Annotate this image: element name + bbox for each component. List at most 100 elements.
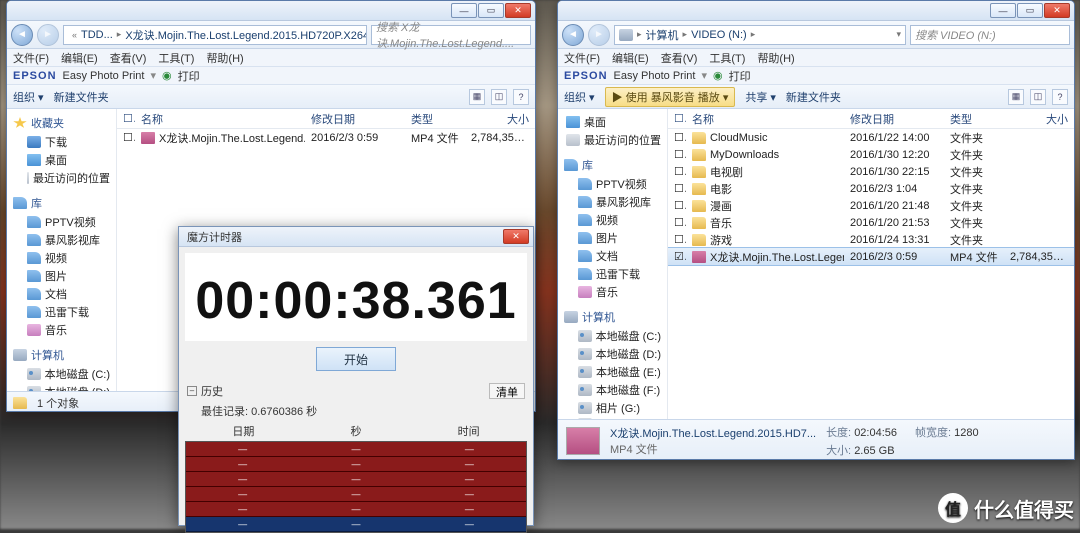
new-folder-button[interactable]: 新建文件夹 bbox=[786, 89, 841, 105]
address-bar[interactable]: « TDD... ▸ X龙诀.Mojin.The.Lost.Legend.201… bbox=[63, 25, 367, 45]
nav-desktop[interactable]: 桌面 bbox=[9, 151, 114, 169]
menu-tools[interactable]: 工具(T) bbox=[709, 50, 745, 66]
menu-edit[interactable]: 编辑(E) bbox=[61, 50, 98, 66]
menu-help[interactable]: 帮助(H) bbox=[757, 50, 794, 66]
nav-recent[interactable]: 最近访问的位置 bbox=[9, 169, 114, 187]
nav-drive[interactable]: 本地磁盘 (D:) bbox=[9, 383, 114, 391]
nav-lib[interactable]: PPTV视频 bbox=[9, 213, 114, 231]
epson-app[interactable]: Easy Photo Print bbox=[614, 70, 696, 82]
minimize-button[interactable]: — bbox=[990, 3, 1016, 18]
view-button[interactable]: ▦ bbox=[1008, 89, 1024, 105]
table-row[interactable]: ☐音乐2016/1/20 21:53文件夹 bbox=[668, 214, 1074, 231]
nav-drive[interactable]: 本地磁盘 (E:) bbox=[560, 363, 665, 381]
breadcrumb-seg[interactable]: TDD... bbox=[81, 29, 113, 41]
nav-drive[interactable]: 本地磁盘 (D:) bbox=[560, 345, 665, 363]
view-button[interactable]: ▦ bbox=[469, 89, 485, 105]
nav-drive[interactable]: 本地磁盘 (F:) bbox=[560, 381, 665, 399]
nav-pane[interactable]: 收藏夹 下载 桌面 最近访问的位置 库 PPTV视频 暴风影视库 视频 图片 文… bbox=[7, 109, 117, 391]
table-row[interactable]: ☐CloudMusic2016/1/22 14:00文件夹 bbox=[668, 129, 1074, 146]
menu-view[interactable]: 查看(V) bbox=[661, 50, 698, 66]
computer-head[interactable]: 计算机 bbox=[9, 345, 114, 365]
collapse-icon[interactable]: – bbox=[187, 386, 197, 396]
address-bar[interactable]: ▸ 计算机 ▸ VIDEO (N:) ▸ ▾ bbox=[614, 25, 906, 45]
history-header[interactable]: – 历史 清单 bbox=[179, 381, 533, 401]
nav-drive[interactable]: 相片 (G:) bbox=[560, 399, 665, 417]
preview-pane-button[interactable]: ◫ bbox=[491, 89, 507, 105]
table-row[interactable]: ☐电影2016/2/3 1:04文件夹 bbox=[668, 180, 1074, 197]
table-row[interactable]: ☐游戏2016/1/24 13:31文件夹 bbox=[668, 231, 1074, 248]
breadcrumb-seg[interactable]: 计算机 bbox=[646, 27, 679, 43]
breadcrumb-seg[interactable]: X龙诀.Mojin.The.Lost.Legend.2015.HD720P.X2… bbox=[125, 27, 367, 43]
titlebar[interactable]: 魔方计时器 ✕ bbox=[179, 227, 533, 247]
nav-desktop[interactable]: 桌面 bbox=[560, 113, 665, 131]
nav-lib[interactable]: 暴风影视库 bbox=[9, 231, 114, 249]
close-button[interactable]: ✕ bbox=[1044, 3, 1070, 18]
back-button[interactable]: ◄ bbox=[11, 24, 33, 46]
nav-lib[interactable]: 图片 bbox=[560, 229, 665, 247]
preview-pane-button[interactable]: ◫ bbox=[1030, 89, 1046, 105]
favorites-head[interactable]: 收藏夹 bbox=[9, 113, 114, 133]
nav-lib[interactable]: PPTV视频 bbox=[560, 175, 665, 193]
menu-help[interactable]: 帮助(H) bbox=[206, 50, 243, 66]
nav-drive[interactable]: file (M:) bbox=[560, 417, 665, 419]
file-list[interactable]: ☐ 名称 修改日期 类型 大小 ☐CloudMusic2016/1/22 14:… bbox=[668, 109, 1074, 419]
menu-tools[interactable]: 工具(T) bbox=[158, 50, 194, 66]
epson-app[interactable]: Easy Photo Print bbox=[63, 70, 145, 82]
minimize-button[interactable]: — bbox=[451, 3, 477, 18]
table-row[interactable]: ☑X龙诀.Mojin.The.Lost.Legend.2015.HD...201… bbox=[668, 248, 1074, 265]
nav-lib[interactable]: 视频 bbox=[560, 211, 665, 229]
table-row[interactable]: ☐X龙诀.Mojin.The.Lost.Legend.2015.HD...201… bbox=[117, 129, 535, 146]
menu-file[interactable]: 文件(F) bbox=[13, 50, 49, 66]
forward-button[interactable]: ► bbox=[588, 24, 610, 46]
nav-lib[interactable]: 暴风影视库 bbox=[560, 193, 665, 211]
back-button[interactable]: ◄ bbox=[562, 24, 584, 46]
print-icon[interactable]: ◉ bbox=[162, 69, 172, 82]
nav-lib[interactable]: 迅雷下载 bbox=[560, 265, 665, 283]
new-folder-button[interactable]: 新建文件夹 bbox=[54, 89, 109, 105]
nav-downloads[interactable]: 下载 bbox=[9, 133, 114, 151]
breadcrumb-seg[interactable]: VIDEO (N:) bbox=[691, 29, 747, 41]
table-row[interactable]: ☐电视剧2016/1/30 22:15文件夹 bbox=[668, 163, 1074, 180]
maximize-button[interactable]: ▭ bbox=[478, 3, 504, 18]
forward-button[interactable]: ► bbox=[37, 24, 59, 46]
libraries-head[interactable]: 库 bbox=[560, 155, 665, 175]
computer-head[interactable]: 计算机 bbox=[560, 307, 665, 327]
play-with-button[interactable]: ▶ 使用 暴风影音 播放 ▾ bbox=[605, 87, 736, 107]
menu-view[interactable]: 查看(V) bbox=[110, 50, 147, 66]
maximize-button[interactable]: ▭ bbox=[1017, 3, 1043, 18]
help-button[interactable]: ? bbox=[1052, 89, 1068, 105]
nav-recent[interactable]: 最近访问的位置 bbox=[560, 131, 665, 149]
menu-edit[interactable]: 编辑(E) bbox=[612, 50, 649, 66]
search-input[interactable]: 搜索 X龙诀.Mojin.The.Lost.Legend.... bbox=[371, 25, 531, 45]
close-button[interactable]: ✕ bbox=[503, 229, 529, 244]
titlebar[interactable]: — ▭ ✕ bbox=[558, 1, 1074, 21]
nav-lib[interactable]: 音乐 bbox=[560, 283, 665, 301]
nav-lib[interactable]: 图片 bbox=[9, 267, 114, 285]
organize-button[interactable]: 组织 ▾ bbox=[13, 89, 44, 105]
clear-button[interactable]: 清单 bbox=[489, 383, 525, 399]
table-row[interactable]: ☐MyDownloads2016/1/30 12:20文件夹 bbox=[668, 146, 1074, 163]
nav-lib[interactable]: 视频 bbox=[9, 249, 114, 267]
timer-title: 魔方计时器 bbox=[183, 229, 502, 245]
print-icon[interactable]: ◉ bbox=[713, 69, 723, 82]
nav-lib[interactable]: 音乐 bbox=[9, 321, 114, 339]
print-label[interactable]: 打印 bbox=[178, 68, 200, 84]
libraries-head[interactable]: 库 bbox=[9, 193, 114, 213]
nav-pane[interactable]: 桌面 最近访问的位置 库 PPTV视频 暴风影视库 视频 图片 文档 迅雷下载 … bbox=[558, 109, 668, 419]
table-row[interactable]: ☐漫画2016/1/20 21:48文件夹 bbox=[668, 197, 1074, 214]
share-button[interactable]: 共享 ▾ bbox=[745, 89, 776, 105]
start-button[interactable]: 开始 bbox=[316, 347, 396, 371]
menu-file[interactable]: 文件(F) bbox=[564, 50, 600, 66]
nav-lib[interactable]: 迅雷下载 bbox=[9, 303, 114, 321]
nav-drive[interactable]: 本地磁盘 (C:) bbox=[560, 327, 665, 345]
column-headers[interactable]: ☐ 名称 修改日期 类型 大小 bbox=[117, 109, 535, 129]
nav-lib[interactable]: 文档 bbox=[560, 247, 665, 265]
search-input[interactable]: 搜索 VIDEO (N:) bbox=[910, 25, 1070, 45]
print-label[interactable]: 打印 bbox=[729, 68, 751, 84]
nav-lib[interactable]: 文档 bbox=[9, 285, 114, 303]
organize-button[interactable]: 组织 ▾ bbox=[564, 89, 595, 105]
help-button[interactable]: ? bbox=[513, 89, 529, 105]
nav-drive[interactable]: 本地磁盘 (C:) bbox=[9, 365, 114, 383]
column-headers[interactable]: ☐ 名称 修改日期 类型 大小 bbox=[668, 109, 1074, 129]
close-button[interactable]: ✕ bbox=[505, 3, 531, 18]
